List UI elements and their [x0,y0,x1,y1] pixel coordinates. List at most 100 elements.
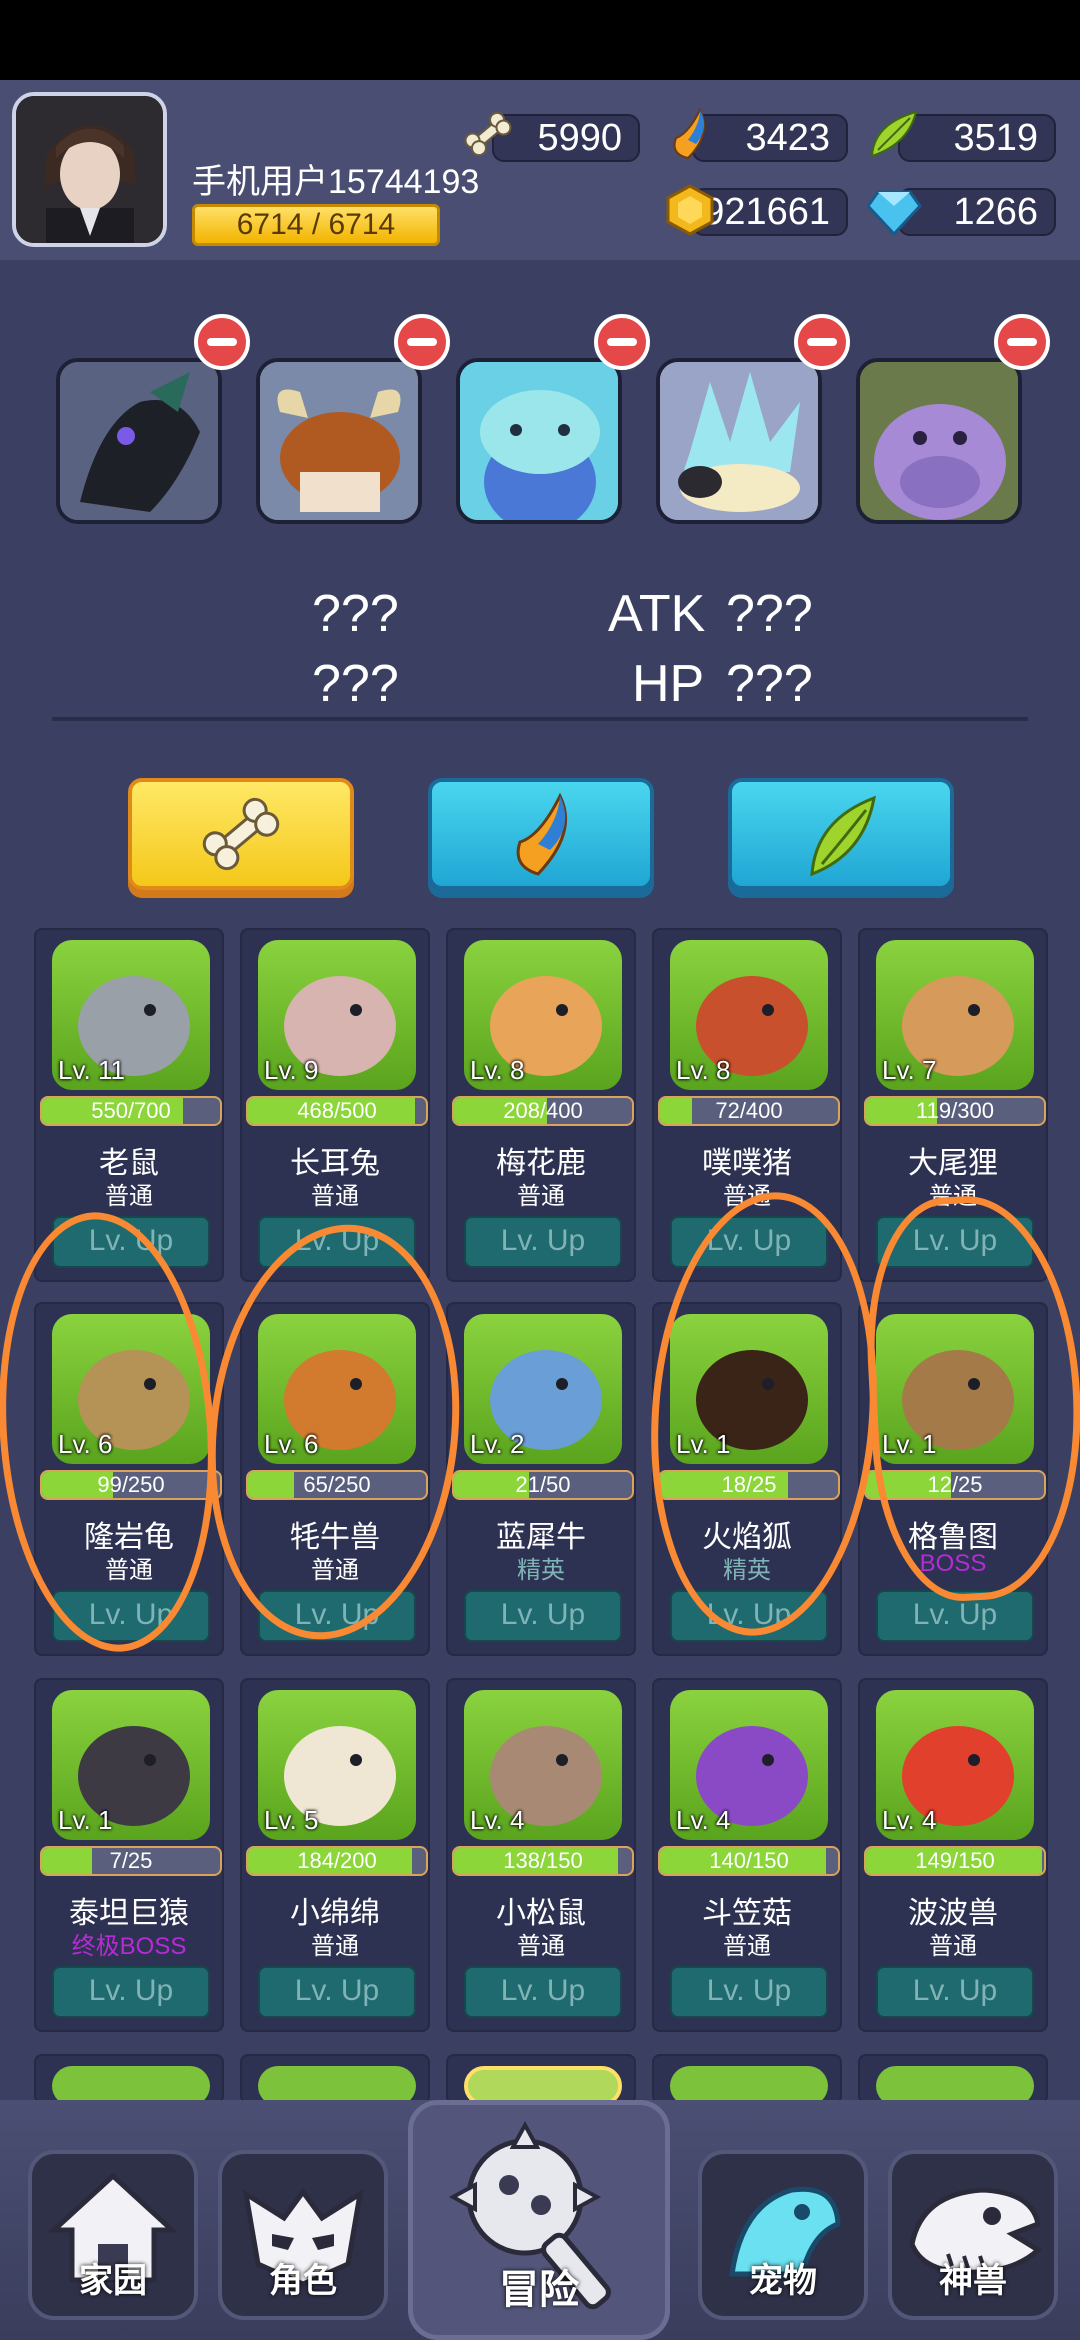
pet-card[interactable]: Lv. 1 7/25 泰坦巨猿 终极BOSS Lv. Up [34,1678,224,2032]
pet-card-partial [240,2054,430,2106]
nav-adventure-label: 冒险 [499,2268,579,2312]
pet-level: Lv. 4 [470,1805,525,1835]
level-up-button[interactable]: Lv. Up [464,1966,622,2018]
pet-xp-bar: 7/25 [40,1846,222,1876]
pet-card[interactable]: Lv. 4 138/150 小松鼠 普通 Lv. Up [446,1678,636,2032]
pet-card[interactable]: Lv. 5 184/200 小绵绵 普通 Lv. Up [240,1678,430,2032]
stamina-bar: 6714 / 6714 [192,204,440,246]
pet-rarity: 精英 [517,1557,565,1584]
atk-value: ??? [726,585,813,643]
team-slot-1[interactable] [56,358,222,524]
pet-xp-bar: 468/500 [246,1096,428,1126]
nav-home[interactable]: 家园 [28,2150,198,2320]
pet-xp-bar: 550/700 [40,1096,222,1126]
pet-xp-text: 7/25 [109,1848,153,1873]
gold-icon [660,180,720,240]
level-up-button[interactable]: Lv. Up [52,1966,210,2018]
pet-card[interactable]: Lv. 4 140/150 斗笠菇 普通 Lv. Up [652,1678,842,2032]
pet-xp-bar: 140/150 [658,1846,840,1876]
pet-portrait: Lv. 2 [464,1314,622,1464]
pet-portrait: Lv. 5 [258,1690,416,1840]
nav-pets-label: 宠物 [749,2262,817,2300]
nav-role-label: 角色 [269,2262,337,2300]
nav-beast[interactable]: 神兽 [888,2150,1058,2320]
pet-rarity: 普通 [517,1183,565,1210]
pet-rarity: 终极BOSS [71,1933,187,1960]
pet-level: Lv. 8 [470,1055,525,1085]
yak-beast-icon [260,362,418,520]
pet-level: Lv. 11 [58,1055,125,1085]
pet-xp-text: 550/700 [91,1098,171,1123]
level-up-button[interactable]: Lv. Up [464,1590,622,1642]
team-stat-left-top: ??? [312,585,399,643]
pet-xp-text: 149/150 [915,1848,995,1873]
pet-card[interactable]: Lv. 4 149/150 波波兽 普通 Lv. Up [858,1678,1048,2032]
divider [52,717,1028,721]
pet-portrait: Lv. 8 [464,940,622,1090]
pet-xp-text: 468/500 [297,1098,377,1123]
team-slot-3[interactable] [456,358,622,524]
nav-beast-label: 神兽 [939,2262,1007,2300]
pet-xp-bar: 138/150 [452,1846,634,1876]
pet-level: Lv. 5 [264,1805,319,1835]
pet-xp-bar: 119/300 [864,1096,1046,1126]
pet-rarity: 普通 [311,1183,359,1210]
nav-home-label: 家园 [79,2262,147,2300]
pet-portrait: Lv. 8 [670,940,828,1090]
leaf-icon [864,104,924,164]
filter-fang-button[interactable] [428,778,654,890]
level-up-button[interactable]: Lv. Up [876,1966,1034,2018]
pet-xp-text: 21/50 [515,1472,571,1497]
pet-portrait: Lv. 4 [670,1690,828,1840]
pet-xp-text: 72/400 [715,1098,783,1123]
player-name: 手机用户15744193 [192,163,480,201]
pet-portrait: Lv. 4 [464,1690,622,1840]
team-slot-2[interactable] [256,358,422,524]
pet-rarity: 普通 [311,1933,359,1960]
gem-icon [864,180,924,240]
level-up-button[interactable]: Lv. Up [670,1966,828,2018]
pet-portrait: Lv. 9 [258,940,416,1090]
pet-xp-text: 184/200 [297,1848,377,1873]
remove-slot-5-button[interactable] [994,314,1050,370]
pet-rarity: 普通 [929,1933,977,1960]
nav-adventure[interactable]: 冒险 [408,2100,670,2340]
remove-slot-3-button[interactable] [594,314,650,370]
pet-portrait: Lv. 7 [876,940,1034,1090]
pet-xp-bar: 149/150 [864,1846,1046,1876]
filter-bone-button[interactable] [128,778,354,890]
team-stat-left-bottom: ??? [312,655,399,713]
atk-label: ATK [608,585,706,643]
nav-role[interactable]: 角色 [218,2150,388,2320]
fang-icon [660,104,720,164]
team-slot-4[interactable] [656,358,822,524]
filter-leaf-button[interactable] [728,778,954,890]
player-avatar[interactable] [12,92,167,247]
pet-xp-bar: 21/50 [452,1470,634,1500]
pet-portrait: Lv. 11 [52,940,210,1090]
pet-portrait: Lv. 1 [52,1690,210,1840]
pet-xp-text: 138/150 [503,1848,583,1873]
status-bar [0,0,1080,80]
bone-icon [202,797,280,871]
nav-pets[interactable]: 宠物 [698,2150,868,2320]
pet-level: Lv. 4 [676,1805,731,1835]
level-up-button[interactable]: Lv. Up [464,1216,622,1268]
remove-slot-1-button[interactable] [194,314,250,370]
pet-card[interactable]: Lv. 8 208/400 梅花鹿 普通 Lv. Up [446,928,636,1282]
pet-level: Lv. 1 [58,1805,113,1835]
pet-rarity: 普通 [517,1933,565,1960]
pet-card[interactable]: Lv. 2 21/50 蓝犀牛 精英 Lv. Up [446,1302,636,1656]
pet-card-partial [446,2054,636,2106]
level-up-button[interactable]: Lv. Up [258,1966,416,2018]
hp-value: ??? [726,655,813,713]
remove-slot-2-button[interactable] [394,314,450,370]
pet-rarity: 普通 [723,1933,771,1960]
pet-card-partial [34,2054,224,2106]
pet-level: Lv. 2 [470,1429,525,1459]
team-slot-5[interactable] [856,358,1022,524]
blue-axolotl-icon [460,362,618,520]
remove-slot-4-button[interactable] [794,314,850,370]
hippo-icon [860,362,1018,520]
pet-card-partial [858,2054,1048,2106]
